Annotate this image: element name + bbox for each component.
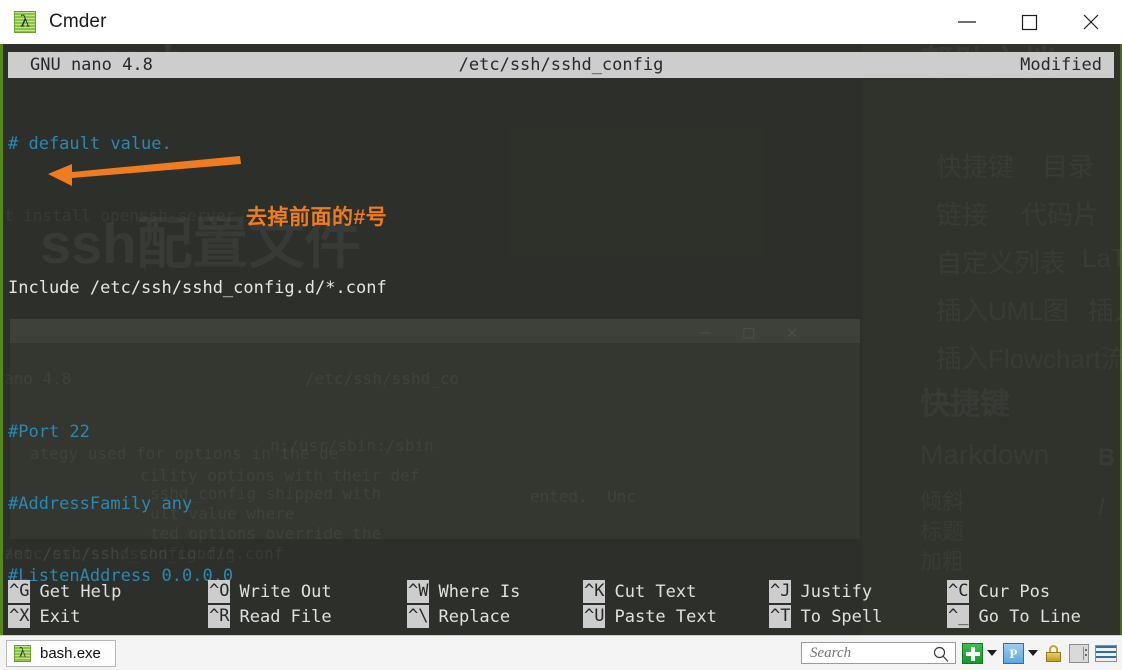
title-bar: λ Cmder: [0, 0, 1122, 44]
paste-icon[interactable]: P: [1003, 642, 1024, 664]
shortcut-label: Replace: [438, 606, 511, 627]
shortcut-key: ^C: [947, 580, 970, 603]
shortcut-write-out[interactable]: ^O Write Out: [208, 580, 407, 603]
minimize-icon: [958, 21, 976, 23]
shortcut-get-help[interactable]: ^G Get Help: [8, 580, 208, 603]
shortcut-label: Where Is: [438, 581, 521, 602]
lock-body: [1046, 651, 1061, 662]
search-icon[interactable]: [932, 645, 950, 663]
paste-button[interactable]: P: [1003, 642, 1024, 664]
nano-text-area[interactable]: # default value. Include /etc/ssh/sshd_c…: [8, 84, 1118, 635]
nano-filename: /etc/ssh/sshd_config: [458, 55, 664, 75]
paste-dropdown-icon[interactable]: [1028, 650, 1038, 656]
code-line: # default value.: [8, 134, 172, 154]
maximize-icon: [1021, 14, 1038, 31]
shortcut-key: ^O: [208, 580, 231, 603]
shortcut-label: Cut Text: [614, 581, 697, 602]
tab-label: bash.exe: [40, 644, 101, 662]
shortcut-key: ^_: [947, 605, 970, 628]
annotation-text: 去掉前面的#号: [246, 206, 388, 229]
shortcut-justify[interactable]: ^J Justify: [769, 580, 947, 603]
new-console-button[interactable]: [962, 642, 983, 664]
shortcut-key: ^W: [407, 580, 430, 603]
shortcut-cut-text[interactable]: ^K Cut Text: [583, 580, 769, 603]
shortcut-to-spell[interactable]: ^T To Spell: [769, 605, 947, 628]
shortcut-key: ^K: [583, 580, 606, 603]
shortcut-label: Go To Line: [978, 606, 1081, 627]
tab-bash-exe[interactable]: λ bash.exe: [6, 639, 116, 667]
terminal-pane[interactable]: openssh t install openssh-server ano /et…: [0, 44, 1122, 635]
shortcut-key: ^\: [407, 605, 430, 628]
tab-cmder-logo-icon: λ: [14, 644, 31, 662]
shortcut-where-is[interactable]: ^W Where Is: [407, 580, 583, 603]
shortcut-key: ^T: [769, 605, 792, 628]
tab-logo-glyph: λ: [18, 645, 27, 660]
shortcut-read-file[interactable]: ^R Read File: [208, 605, 407, 628]
nano-modified-flag: Modified: [1020, 55, 1102, 75]
shortcut-label: Get Help: [39, 581, 122, 602]
cmder-logo-glyph: λ: [19, 11, 31, 31]
status-lines-button[interactable]: [1095, 644, 1117, 662]
cmder-logo-icon: λ: [14, 11, 36, 33]
nano-shortcut-row-1: ^G Get Help ^O Write Out ^W Where Is ^K …: [8, 579, 1114, 604]
shortcut-label: To Spell: [800, 606, 883, 627]
search-input[interactable]: [808, 643, 932, 663]
status-bar: λ bash.exe P: [0, 635, 1122, 670]
shortcut-label: Write Out: [239, 581, 332, 602]
shortcut-label: Cur Pos: [978, 581, 1051, 602]
shortcut-key: ^X: [8, 605, 31, 628]
code-line: #Port 22: [8, 422, 90, 442]
nano-shortcut-bar: ^G Get Help ^O Write Out ^W Where Is ^K …: [8, 579, 1114, 629]
nano-shortcut-row-2: ^X Exit ^R Read File ^\ Replace ^U Paste…: [8, 604, 1114, 629]
code-line: Include /etc/ssh/sshd_config.d/*.conf: [8, 278, 387, 298]
window-controls: [936, 0, 1122, 44]
new-console-icon[interactable]: [962, 642, 983, 664]
shortcut-key: ^J: [769, 580, 792, 603]
minimize-button[interactable]: [936, 0, 998, 44]
nano-title-bar: GNU nano 4.8 /etc/ssh/sshd_config Modifi…: [8, 52, 1114, 78]
window-layout-icon[interactable]: [1069, 643, 1089, 663]
shortcut-label: Exit: [39, 606, 81, 627]
shortcut-go-to-line[interactable]: ^_ Go To Line: [947, 605, 1081, 628]
lock-icon[interactable]: [1044, 644, 1063, 663]
shortcut-paste-text[interactable]: ^U Paste Text: [583, 605, 769, 628]
shortcut-key: ^R: [208, 605, 231, 628]
close-icon: [1083, 14, 1099, 30]
window-title: Cmder: [49, 11, 107, 32]
shortcut-label: Justify: [800, 581, 873, 602]
shortcut-exit[interactable]: ^X Exit: [8, 605, 208, 628]
shortcut-key: ^G: [8, 580, 31, 603]
status-bar-right: P: [801, 642, 1117, 664]
shortcut-replace[interactable]: ^\ Replace: [407, 605, 583, 628]
close-button[interactable]: [1060, 0, 1122, 44]
shortcut-label: Read File: [239, 606, 332, 627]
new-console-dropdown-icon[interactable]: [987, 650, 997, 656]
lock-button[interactable]: [1044, 644, 1063, 663]
shortcut-key: ^U: [583, 605, 606, 628]
window-layout-button[interactable]: [1069, 643, 1089, 663]
cmder-window: λ Cmder openssh t install openssh-server…: [0, 0, 1122, 670]
nano-version: GNU nano 4.8: [30, 55, 153, 75]
search-box[interactable]: [801, 642, 956, 664]
code-line: #AddressFamily any: [8, 494, 193, 514]
maximize-button[interactable]: [998, 0, 1060, 44]
shortcut-cur-pos[interactable]: ^C Cur Pos: [947, 580, 1050, 603]
shortcut-label: Paste Text: [614, 606, 717, 627]
status-lines-icon[interactable]: [1095, 644, 1117, 662]
